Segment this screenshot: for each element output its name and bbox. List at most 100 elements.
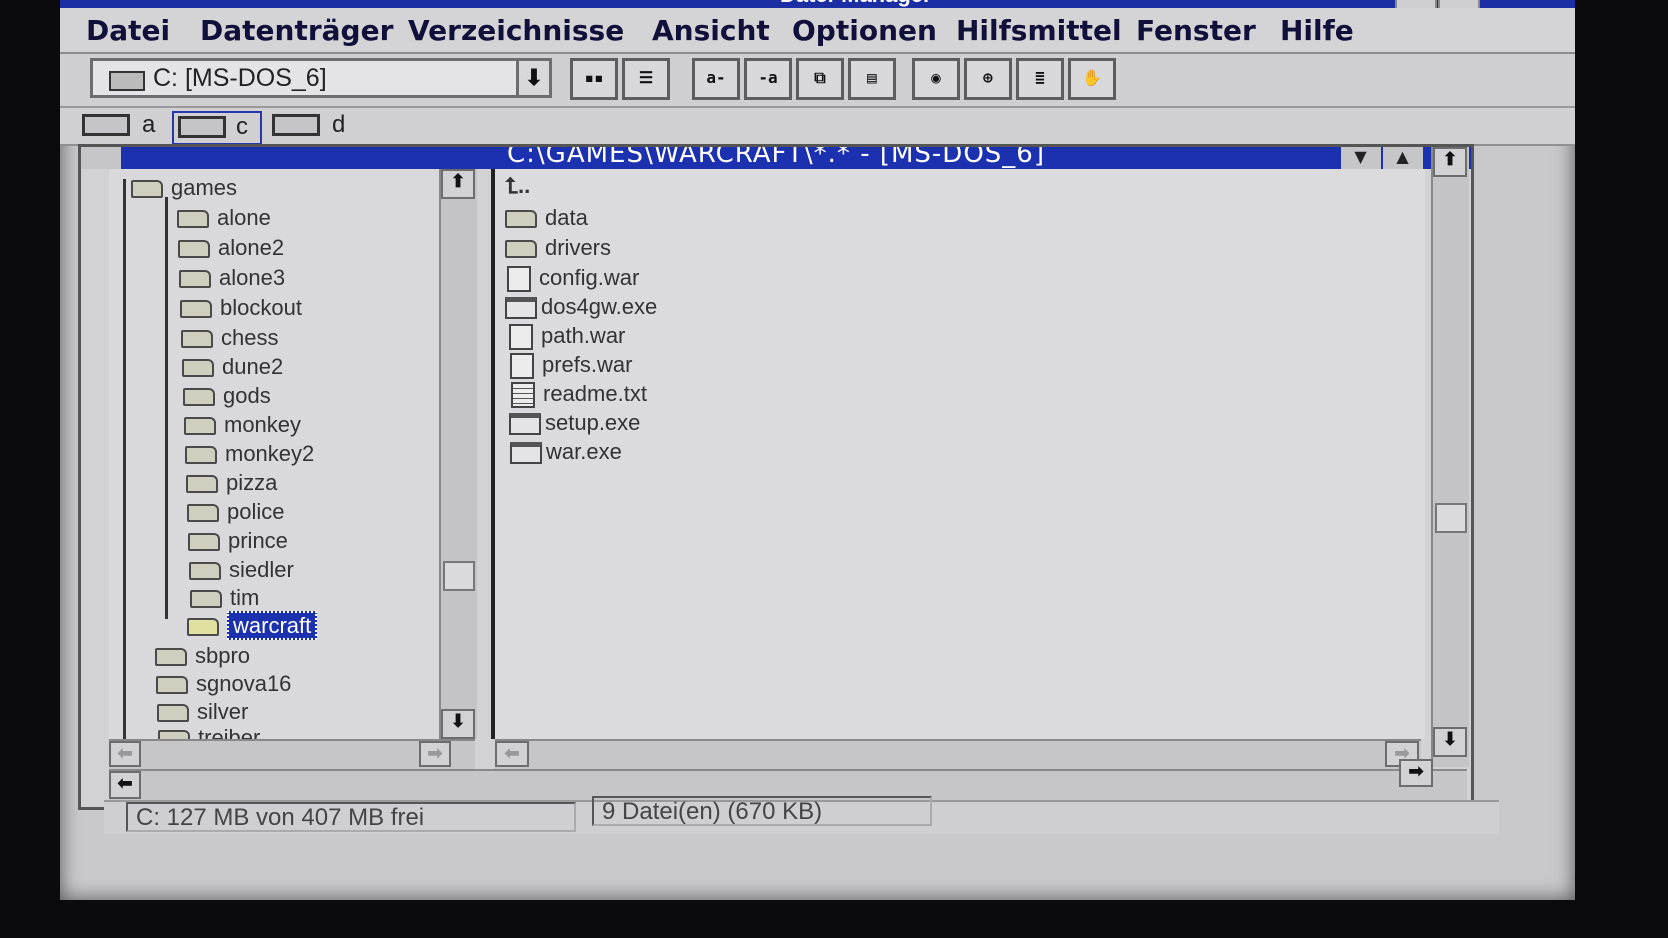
folder-icon: [190, 590, 222, 609]
status-file-count: 9 Datei(en) (670 KB): [592, 796, 932, 826]
menu-optionen[interactable]: Optionen: [792, 14, 937, 47]
tree-item-blockout[interactable]: blockout: [180, 295, 302, 323]
scroll-left-arrow-icon[interactable]: ⬅: [109, 741, 141, 767]
scroll-left-arrow-icon[interactable]: ⬅: [495, 741, 529, 767]
scroll-up-arrow-icon[interactable]: ⬆: [1433, 147, 1467, 177]
app-title: Datei-Manager: [780, 0, 932, 8]
scroll-thumb[interactable]: [443, 561, 475, 591]
view-list-button[interactable]: ☰: [622, 58, 670, 100]
file-item[interactable]: prefs.war: [510, 352, 632, 380]
menu-hilfe[interactable]: Hilfe: [1280, 14, 1354, 47]
tree-line: [165, 197, 168, 619]
menu-ansicht[interactable]: Ansicht: [652, 14, 770, 47]
sort-by-size-button[interactable]: ⧉: [796, 58, 844, 100]
folder-icon: [505, 210, 537, 229]
folder-icon: [131, 180, 163, 199]
tree-item-sbpro[interactable]: sbpro: [155, 643, 250, 671]
scroll-thumb[interactable]: [1435, 503, 1467, 533]
file-list-horizontal-scrollbar[interactable]: ⬅ ➡: [495, 739, 1421, 769]
tree-item-alone[interactable]: alone: [177, 205, 271, 233]
file-item[interactable]: config.war: [507, 265, 639, 293]
directory-window: C:\GAMES\WARCRAFT\*.* - [MS-DOS_6] ▼ ▲ g…: [78, 144, 1474, 810]
scroll-right-arrow-icon[interactable]: ➡: [1399, 759, 1433, 787]
folder-icon: [188, 533, 220, 552]
floppy-drive-icon: [82, 114, 130, 136]
scroll-right-arrow-icon[interactable]: ➡: [419, 741, 451, 767]
menu-fenster[interactable]: Fenster: [1136, 14, 1256, 47]
menu-bar: Datei Datenträger Verzeichnisse Ansicht …: [60, 8, 1575, 54]
window-vertical-scrollbar[interactable]: ⬆ ⬇: [1431, 147, 1469, 767]
folder-icon: [180, 300, 212, 319]
scroll-up-arrow-icon[interactable]: ⬆: [441, 169, 475, 199]
drive-c[interactable]: c: [172, 111, 262, 145]
tree-item-warcraft[interactable]: warcraft: [187, 611, 318, 641]
menu-datentraeger[interactable]: Datenträger: [200, 14, 393, 47]
tree-item-police[interactable]: police: [187, 499, 284, 527]
scroll-down-arrow-icon[interactable]: ⬇: [1433, 727, 1467, 757]
window-minimize-button[interactable]: ▼: [1341, 147, 1381, 169]
tree-item-monkey2[interactable]: monkey2: [185, 441, 314, 469]
tree-item-monkey[interactable]: monkey: [184, 412, 301, 440]
drive-a[interactable]: a: [82, 111, 172, 141]
window-maximize-button[interactable]: ▲: [1383, 147, 1423, 169]
folder-icon: [181, 330, 213, 349]
tree-item-siedler[interactable]: siedler: [189, 557, 294, 585]
tree-item-alone3[interactable]: alone3: [179, 265, 285, 293]
stop-sharing-button[interactable]: ✋: [1068, 58, 1116, 100]
tree-item-dune2[interactable]: dune2: [182, 354, 283, 382]
scroll-down-arrow-icon[interactable]: ⬇: [441, 709, 475, 739]
drive-dropdown-button[interactable]: ⬇: [516, 58, 552, 98]
sort-by-type-button[interactable]: -a: [744, 58, 792, 100]
file-item[interactable]: war.exe: [510, 439, 622, 467]
sort-by-date-button[interactable]: ▤: [848, 58, 896, 100]
toolbar: C: [MS-DOS_6] ⬇ ▪▪ ☰ a- -a ⧉ ▤ ◉ ⊕ ≣ ✋: [60, 54, 1575, 108]
program-icon: [509, 413, 541, 436]
folder-icon: [183, 388, 215, 407]
tree-item-games[interactable]: games: [131, 175, 237, 203]
folder-icon: [179, 270, 211, 289]
document-icon: [509, 324, 533, 351]
connect-network-drive-button[interactable]: ◉: [912, 58, 960, 100]
parent-directory[interactable]: ⮤..: [505, 173, 530, 201]
folder-icon: [182, 359, 214, 378]
file-item[interactable]: readme.txt: [511, 381, 647, 409]
status-disk-space: C: 127 MB von 407 MB frei: [126, 802, 576, 832]
drive-c-label: c: [236, 113, 248, 140]
menu-datei[interactable]: Datei: [86, 14, 170, 47]
file-item[interactable]: path.war: [509, 323, 625, 351]
tree-item-prince[interactable]: prince: [188, 528, 288, 556]
tree-item-treiber[interactable]: treiber: [158, 725, 260, 739]
tree-vertical-scrollbar[interactable]: ⬆ ⬇: [439, 169, 477, 739]
drive-d-label: d: [332, 111, 346, 138]
view-large-icons-button[interactable]: ▪▪: [570, 58, 618, 100]
tree-item-alone2[interactable]: alone2: [178, 235, 284, 263]
drive-d[interactable]: d: [272, 111, 362, 141]
system-menu-box[interactable]: [81, 147, 121, 169]
document-icon: [507, 266, 531, 293]
hard-drive-icon: [178, 116, 226, 138]
tree-item-pizza[interactable]: pizza: [186, 470, 277, 498]
document-icon: [510, 353, 534, 380]
folder-icon: [186, 475, 218, 494]
scroll-left-arrow-icon[interactable]: ⬅: [109, 771, 141, 799]
sort-by-name-button[interactable]: a-: [692, 58, 740, 100]
tree-item-chess[interactable]: chess: [181, 325, 278, 353]
disconnect-drive-button[interactable]: ⊕: [964, 58, 1012, 100]
folder-icon: [156, 676, 188, 695]
tree-horizontal-scrollbar[interactable]: ⬅ ➡: [109, 739, 475, 769]
file-item[interactable]: data: [505, 205, 588, 233]
file-list: ⮤.. data drivers config.war dos4gw.exe p…: [491, 169, 1425, 739]
tree-item-gods[interactable]: gods: [183, 383, 271, 411]
menu-hilfsmittel[interactable]: Hilfsmittel: [956, 14, 1122, 47]
folder-icon: [178, 240, 210, 259]
tree-item-tim[interactable]: tim: [190, 585, 259, 613]
file-item[interactable]: drivers: [505, 235, 611, 263]
tree-item-silver[interactable]: silver: [157, 699, 248, 727]
tree-item-sgnova16[interactable]: sgnova16: [156, 671, 291, 699]
folder-icon: [155, 648, 187, 667]
share-as-button[interactable]: ≣: [1016, 58, 1064, 100]
file-item[interactable]: dos4gw.exe: [505, 294, 657, 322]
file-item[interactable]: setup.exe: [509, 410, 640, 438]
menu-verzeichnisse[interactable]: Verzeichnisse: [408, 14, 624, 47]
drive-selector[interactable]: C: [MS-DOS_6]: [90, 58, 550, 98]
